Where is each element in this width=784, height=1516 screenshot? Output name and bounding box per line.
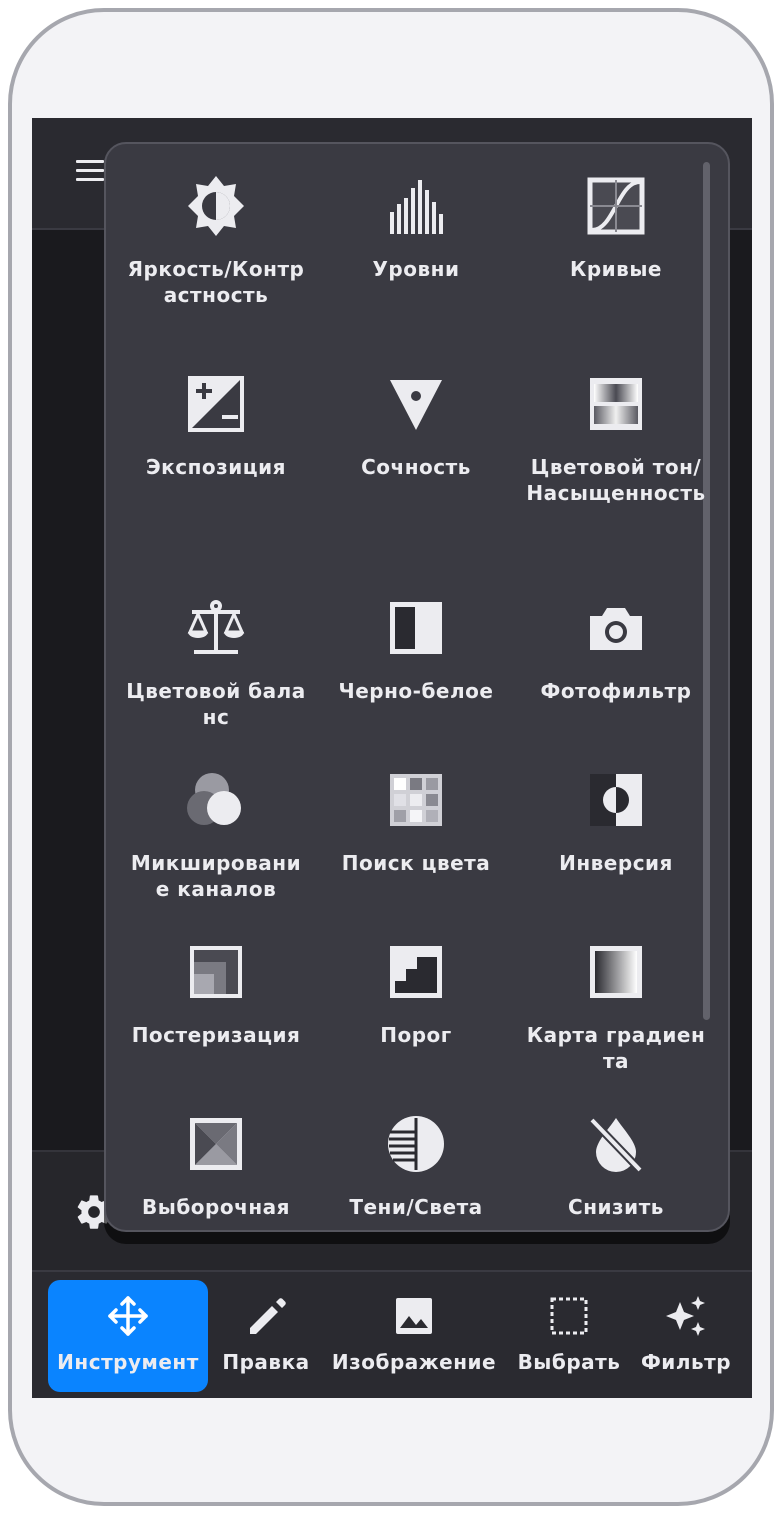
menu-item-label: Черно-белое — [338, 679, 494, 703]
nav-label: Фильтр — [640, 1350, 732, 1374]
image-icon — [396, 1298, 432, 1334]
hamburger-menu-icon[interactable] — [76, 160, 104, 184]
nav-select[interactable]: Выбрать — [512, 1280, 626, 1392]
menu-item-photo-filter[interactable]: Фотофильтр — [516, 596, 716, 704]
menu-scrollbar[interactable] — [703, 162, 710, 1020]
menu-item-vibrance[interactable]: Сочность — [316, 372, 516, 480]
exposure-icon — [188, 376, 244, 432]
menu-item-levels[interactable]: Уровни — [316, 174, 516, 282]
nav-label: Правка — [222, 1350, 310, 1374]
menu-item-label: Цветовой тон/Насыщенность — [526, 455, 706, 505]
invert-icon — [590, 774, 642, 826]
color-lookup-icon — [390, 774, 442, 826]
menu-item-invert[interactable]: Инверсия — [516, 768, 716, 876]
selection-icon — [550, 1297, 588, 1335]
menu-item-shadows-highlights[interactable]: Тени/Света — [316, 1112, 516, 1220]
color-balance-icon — [187, 600, 245, 654]
gradient-map-icon — [590, 946, 642, 998]
menu-item-black-white[interactable]: Черно-белое — [316, 596, 516, 704]
menu-item-label: Экспозиция — [146, 455, 286, 479]
nav-edit[interactable]: Правка — [216, 1280, 316, 1392]
menu-item-label: Снизить — [568, 1195, 664, 1219]
menu-item-threshold[interactable]: Порог — [316, 940, 516, 1048]
menu-item-label: Фотофильтр — [540, 679, 692, 703]
menu-item-label: Карта градиента — [526, 1023, 706, 1073]
bottom-navigation: Инструмент Правка Изображение Выбрать Фи… — [32, 1270, 752, 1398]
move-icon — [108, 1296, 148, 1336]
nav-filter[interactable]: Фильтр — [636, 1280, 736, 1392]
menu-item-channel-mixer[interactable]: Микширование каналов — [116, 768, 316, 902]
nav-label: Изображение — [331, 1350, 497, 1374]
menu-item-color-balance[interactable]: Цветовой баланс — [116, 596, 316, 730]
levels-icon — [390, 180, 443, 234]
brightness-contrast-icon — [188, 176, 244, 236]
posterize-icon — [190, 946, 242, 998]
channel-mixer-icon — [187, 773, 241, 825]
nav-label: Инструмент — [57, 1350, 199, 1374]
menu-item-exposure[interactable]: Экспозиция — [116, 372, 316, 480]
menu-item-label: Яркость/Контрастность — [127, 257, 305, 307]
menu-item-label: Кривые — [570, 257, 662, 281]
menu-item-label: Выборочная — [142, 1195, 290, 1219]
hue-saturation-icon — [590, 378, 642, 430]
menu-item-posterize[interactable]: Постеризация — [116, 940, 316, 1048]
menu-item-label: Постеризация — [131, 1023, 301, 1047]
black-white-icon — [390, 602, 442, 654]
menu-item-hue-saturation[interactable]: Цветовой тон/Насыщенность — [516, 372, 716, 506]
nav-tool[interactable]: Инструмент — [48, 1280, 208, 1392]
selective-color-icon — [190, 1118, 242, 1170]
menu-item-label: Поиск цвета — [341, 851, 491, 875]
sparkles-icon — [666, 1296, 705, 1336]
nav-image[interactable]: Изображение — [328, 1280, 500, 1392]
menu-item-curves[interactable]: Кривые — [516, 174, 716, 282]
vibrance-icon — [390, 380, 442, 430]
desaturate-icon — [589, 1117, 643, 1173]
menu-item-label: Порог — [380, 1023, 452, 1047]
curves-icon — [587, 177, 645, 235]
nav-label: Выбрать — [517, 1350, 621, 1374]
pencil-icon — [250, 1298, 286, 1334]
camera-icon — [590, 608, 642, 650]
menu-item-label: Уровни — [372, 257, 460, 281]
menu-item-label: Инверсия — [559, 851, 673, 875]
menu-item-desaturate[interactable]: Снизить — [516, 1112, 716, 1220]
menu-item-label: Сочность — [361, 455, 471, 479]
menu-item-label: Микширование каналов — [130, 851, 302, 901]
menu-item-brightness-contrast[interactable]: Яркость/Контрастность — [116, 174, 316, 308]
menu-item-gradient-map[interactable]: Карта градиента — [516, 940, 716, 1074]
menu-item-selective-color[interactable]: Выборочная — [116, 1112, 316, 1220]
menu-item-label: Тени/Света — [349, 1195, 483, 1219]
shadows-highlights-icon — [388, 1116, 444, 1172]
threshold-icon — [390, 946, 442, 998]
adjustments-menu: Яркость/Контрастность Уровни Кривые Эксп… — [104, 142, 730, 1232]
menu-item-color-lookup[interactable]: Поиск цвета — [316, 768, 516, 876]
menu-item-label: Цветовой баланс — [126, 679, 306, 729]
